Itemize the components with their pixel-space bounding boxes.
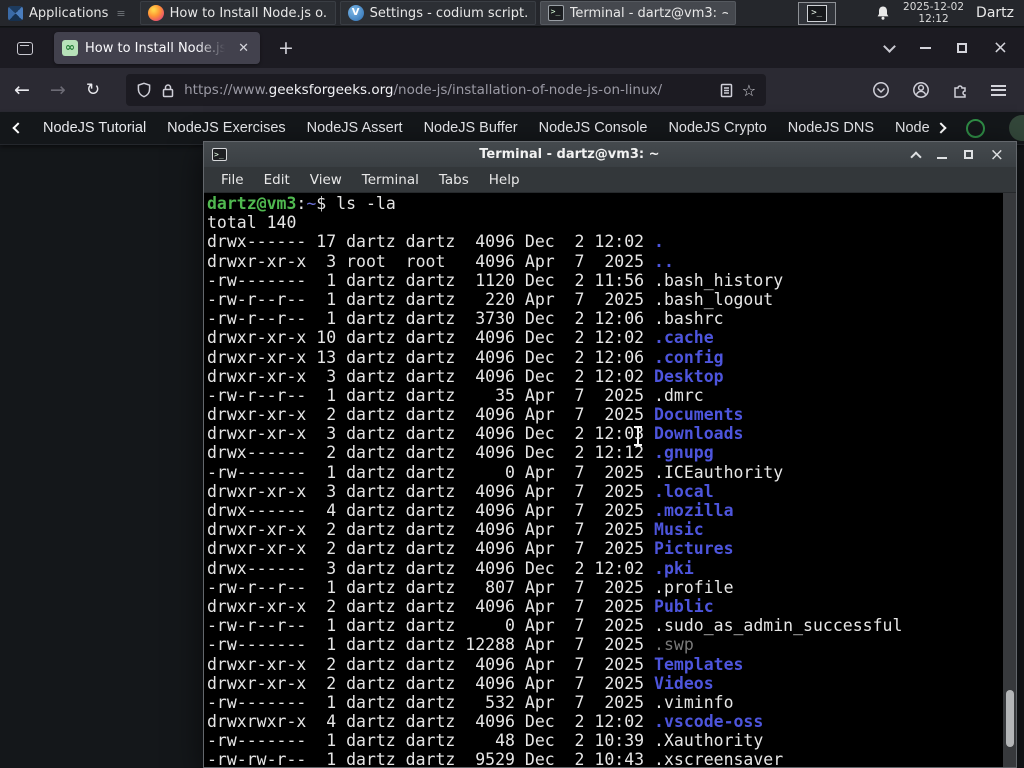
taskbar: How to Install Node.js o... Settings - c… xyxy=(139,0,740,27)
panel-user-label[interactable]: Dartz xyxy=(976,5,1014,21)
url-path: /node-js/installation-of-node-js-on-linu… xyxy=(393,82,663,98)
reader-mode-icon[interactable] xyxy=(720,83,733,98)
taskbar-button[interactable]: Terminal - dartz@vm3: ~ xyxy=(539,1,736,25)
menu-icon[interactable] xyxy=(991,84,1006,96)
nav-forward-chevron-icon[interactable] xyxy=(935,122,947,134)
list-all-tabs-chevron-icon[interactable] xyxy=(883,39,896,53)
back-icon[interactable]: ← xyxy=(4,75,40,105)
reload-icon[interactable]: ↻ xyxy=(76,76,110,104)
workspace-terminal-icon: >_ xyxy=(806,4,827,22)
panel-grip-icon: ≡ xyxy=(116,6,126,20)
tab-title: How to Install Node.js on xyxy=(85,40,228,56)
terminal-menu-item[interactable]: Tabs xyxy=(430,170,478,190)
browser-toolbar: ← → ↻ https://www.geeksforgeeks.org/node… xyxy=(0,68,1024,112)
terminal-window-controls: × xyxy=(910,146,1008,163)
tab-close-icon[interactable]: ✕ xyxy=(235,40,252,57)
panel-status-area: 2025-12-02 12:12 Dartz xyxy=(875,1,1024,25)
terminal-title: Terminal - dartz@vm3: ~ xyxy=(479,147,660,162)
site-nav-link[interactable]: NodeJS Assert xyxy=(307,120,403,136)
terminal-scrollbar-thumb[interactable] xyxy=(1005,690,1014,747)
account-icon[interactable] xyxy=(912,81,930,99)
taskbar-button[interactable]: Settings - codium script... xyxy=(339,1,536,25)
terminal-close-icon[interactable]: × xyxy=(990,146,1004,163)
window-minimize-icon[interactable] xyxy=(919,47,931,49)
terminal-shade-icon[interactable] xyxy=(910,150,922,163)
browser-tab-bar: How to Install Node.js on ✕ + × xyxy=(0,28,1024,68)
site-nav-link[interactable]: NodeJS Tutorial xyxy=(43,120,146,136)
desktop: Applications ≡ How to Install Node.js o.… xyxy=(0,0,1024,768)
bookmark-star-icon[interactable]: ☆ xyxy=(742,81,756,100)
top-panel: Applications ≡ How to Install Node.js o.… xyxy=(0,0,1024,27)
gfg-favicon xyxy=(62,40,78,56)
applications-icon xyxy=(8,5,23,21)
terminal-scrollbar[interactable] xyxy=(1003,193,1016,767)
terminal-window: >_ Terminal - dartz@vm3: ~ × File Edit V… xyxy=(203,141,1017,768)
firefox-view-icon xyxy=(17,41,33,55)
window-maximize-icon[interactable] xyxy=(956,43,967,53)
task-label: Terminal - dartz@vm3: ~ xyxy=(569,5,728,21)
panel-clock[interactable]: 2025-12-02 12:12 xyxy=(903,1,964,25)
window-close-icon[interactable]: × xyxy=(993,39,1008,57)
terminal-output: dartz@vm3:~$ ls -la total 140 drwx------ 1… xyxy=(207,194,903,767)
url-text: https://www.geeksforgeeks.org/node-js/in… xyxy=(184,82,711,98)
terminal-body[interactable]: dartz@vm3:~$ ls -la total 140 drwx------ 1… xyxy=(204,193,1016,767)
site-nav-link[interactable]: NodeJS Exercises xyxy=(167,120,285,136)
firefox-view-button[interactable] xyxy=(10,34,40,62)
shield-icon[interactable] xyxy=(136,82,152,98)
new-tab-button[interactable]: + xyxy=(272,37,300,59)
site-nav-link[interactable]: NodeJS Buffer xyxy=(424,120,518,136)
terminal-maximize-icon[interactable] xyxy=(963,150,973,159)
terminal-menu-item[interactable]: Edit xyxy=(255,170,299,190)
search-icon[interactable] xyxy=(965,118,985,138)
site-nav-link[interactable]: Node xyxy=(895,120,930,136)
browser-tab-active[interactable]: How to Install Node.js on ✕ xyxy=(54,32,260,64)
terminal-minimize-icon[interactable] xyxy=(936,157,947,159)
url-protocol: https://www. xyxy=(184,82,269,98)
workspace-switcher[interactable]: >_ xyxy=(797,1,836,25)
terminal-titlebar[interactable]: >_ Terminal - dartz@vm3: ~ × xyxy=(204,142,1016,167)
nav-back-chevron-icon[interactable] xyxy=(12,122,24,134)
applications-menu-button[interactable]: Applications ≡ xyxy=(0,0,134,27)
window-controls: × xyxy=(883,39,1024,57)
terminal-menu-item[interactable]: File xyxy=(212,170,253,190)
site-nav-items: NodeJS Tutorial NodeJS Exercises NodeJS … xyxy=(43,120,930,136)
toolbar-right-icons xyxy=(872,81,1024,99)
clock-time: 12:12 xyxy=(918,13,949,25)
pocket-icon[interactable] xyxy=(872,81,890,99)
extensions-icon[interactable] xyxy=(952,82,969,99)
sign-in-button[interactable]: Sign In xyxy=(1008,115,1024,141)
terminal-menu-item[interactable]: Help xyxy=(480,170,529,190)
site-nav-link[interactable]: NodeJS Console xyxy=(539,120,648,136)
applications-label: Applications xyxy=(29,5,109,21)
terminal-menu-item[interactable]: View xyxy=(301,170,351,190)
vscodium-icon xyxy=(347,5,364,21)
site-nav-link[interactable]: NodeJS DNS xyxy=(788,120,874,136)
notifications-bell-icon[interactable] xyxy=(875,5,891,21)
terminal-menubar: File Edit View Terminal Tabs Help xyxy=(204,167,1016,193)
forward-icon[interactable]: → xyxy=(40,75,76,105)
taskbar-button[interactable]: How to Install Node.js o... xyxy=(139,1,336,25)
site-nav-link[interactable]: NodeJS Crypto xyxy=(668,120,766,136)
url-bar[interactable]: https://www.geeksforgeeks.org/node-js/in… xyxy=(126,74,767,106)
clock-date: 2025-12-02 xyxy=(903,1,965,13)
terminal-icon xyxy=(547,5,564,21)
lock-icon xyxy=(162,83,174,97)
site-nav-end: Sign In xyxy=(965,115,1024,141)
terminal-titlebar-icon: >_ xyxy=(212,148,227,161)
terminal-menu-item[interactable]: Terminal xyxy=(353,170,428,190)
task-label: How to Install Node.js o... xyxy=(169,5,328,21)
firefox-icon xyxy=(147,5,164,21)
url-domain: geeksforgeeks.org xyxy=(268,82,394,98)
task-label: Settings - codium script... xyxy=(369,5,528,21)
